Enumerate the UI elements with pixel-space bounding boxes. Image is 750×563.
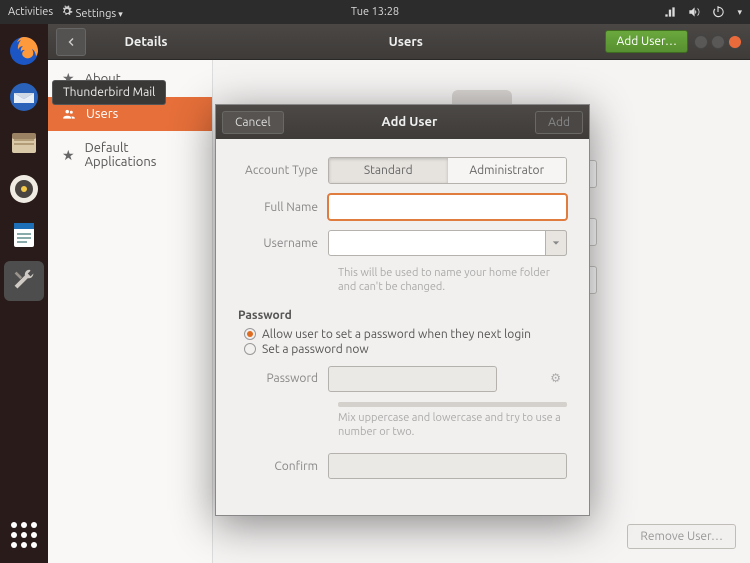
thunderbird-icon: [8, 81, 40, 113]
add-user-button[interactable]: Add User…: [605, 30, 688, 53]
password-section-title: Password: [238, 309, 567, 322]
cancel-button[interactable]: Cancel: [222, 111, 284, 134]
chevron-left-icon: [65, 36, 77, 48]
launcher-thunderbird[interactable]: [4, 77, 44, 117]
app-menu[interactable]: Settings▾: [61, 5, 123, 20]
confirm-label: Confirm: [238, 460, 328, 473]
gear-icon: [61, 5, 73, 17]
generate-password-icon[interactable]: ⚙: [550, 371, 561, 385]
firefox-icon: [8, 35, 40, 67]
window-maximize-button[interactable]: [711, 35, 725, 49]
radio-set-next-login[interactable]: Allow user to set a password when they n…: [244, 328, 567, 341]
volume-icon: [687, 5, 701, 19]
radio-icon: [244, 328, 256, 340]
launcher-settings[interactable]: [4, 261, 44, 301]
page-title: Users: [206, 35, 605, 49]
dialog-titlebar: Cancel Add User Add: [216, 105, 589, 139]
username-dropdown-button[interactable]: [545, 230, 567, 256]
confirm-password-input[interactable]: [328, 453, 567, 479]
account-type-toggle: Standard Administrator: [328, 157, 567, 184]
radio-icon: [244, 343, 256, 355]
star-icon: ★: [62, 147, 75, 164]
remove-user-button[interactable]: Remove User…: [627, 524, 736, 549]
launcher-writer[interactable]: [4, 215, 44, 255]
dialog-title: Add User: [382, 115, 438, 129]
settings-sidebar: ★About Users ★Default Applications: [48, 60, 213, 563]
sidebar-item-default-apps[interactable]: ★Default Applications: [48, 131, 212, 179]
password-strength-meter: [338, 402, 567, 407]
back-button[interactable]: [56, 28, 86, 56]
password-hint: Mix uppercase and lowercase and try to u…: [338, 411, 567, 440]
username-input[interactable]: [328, 230, 567, 256]
password-label: Password: [238, 372, 328, 385]
account-type-label: Account Type: [238, 164, 328, 177]
people-icon: [62, 107, 76, 121]
chevron-down-icon: ▾: [737, 7, 742, 18]
system-tray[interactable]: ▾: [663, 5, 742, 19]
password-input[interactable]: [328, 366, 497, 392]
username-hint: This will be used to name your home fold…: [338, 266, 567, 295]
add-user-dialog: Cancel Add User Add Account Type Standar…: [215, 104, 590, 516]
chevron-down-icon: [552, 239, 560, 247]
account-type-standard[interactable]: Standard: [329, 158, 448, 183]
window-minimize-button[interactable]: [694, 35, 708, 49]
files-icon: [8, 127, 40, 159]
launcher-dock: [0, 24, 48, 563]
top-panel: Activities Settings▾ Tue 13:28 ▾: [0, 0, 750, 24]
launcher-rhythmbox[interactable]: [4, 169, 44, 209]
radio-set-now[interactable]: Set a password now: [244, 343, 567, 356]
launcher-tooltip: Thunderbird Mail: [52, 80, 166, 105]
activities-button[interactable]: Activities: [8, 6, 53, 18]
show-applications-button[interactable]: [6, 517, 42, 553]
settings-tools-icon: [9, 266, 39, 296]
username-label: Username: [238, 237, 328, 250]
settings-titlebar: Details Users Add User…: [48, 24, 750, 60]
window-close-button[interactable]: [728, 35, 742, 49]
network-icon: [663, 5, 677, 19]
full-name-input[interactable]: [328, 194, 567, 220]
power-icon: [711, 5, 725, 19]
full-name-label: Full Name: [238, 201, 328, 214]
launcher-files[interactable]: [4, 123, 44, 163]
document-icon: [8, 219, 40, 251]
add-button[interactable]: Add: [535, 111, 583, 134]
account-type-administrator[interactable]: Administrator: [448, 158, 567, 183]
clock[interactable]: Tue 13:28: [351, 6, 399, 18]
section-title: Details: [86, 35, 206, 49]
chevron-down-icon: ▾: [118, 9, 123, 19]
launcher-firefox[interactable]: [4, 31, 44, 71]
music-icon: [8, 173, 40, 205]
